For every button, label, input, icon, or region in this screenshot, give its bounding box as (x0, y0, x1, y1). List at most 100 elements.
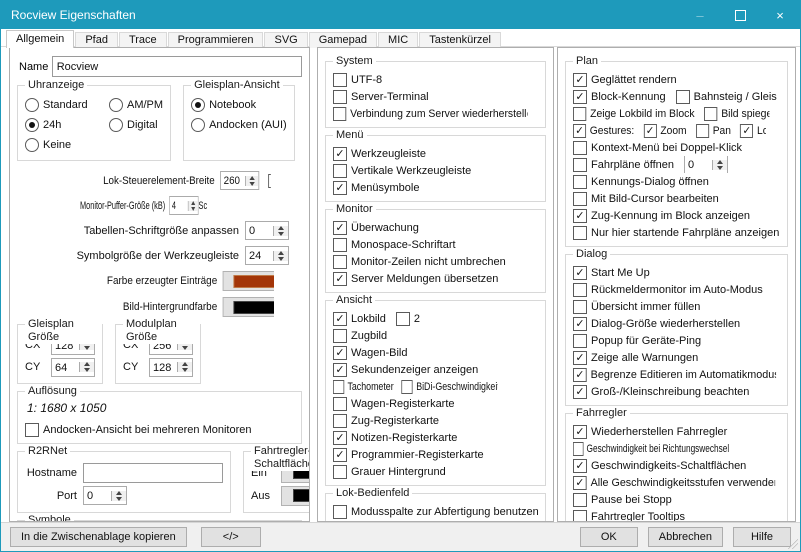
checkbox-box[interactable] (333, 329, 347, 343)
minimize-button[interactable]: – (680, 1, 720, 29)
checkbox-zugbild[interactable]: Zugbild (333, 329, 387, 343)
spinner-128[interactable]: 128 (149, 358, 193, 377)
checkbox-box[interactable] (333, 107, 346, 121)
checkbox-popup-f-r-ger-te-ping[interactable]: Popup für Geräte-Ping (573, 334, 701, 348)
checkbox-geschwindigkeit-bei-richtungswechsel-zur-cksetzen[interactable]: Geschwindigkeit bei Richtungswechsel zur… (573, 442, 729, 456)
radio-am-pm[interactable]: AM/PM (109, 98, 163, 112)
checkbox-vertikale-werkzeugleiste[interactable]: Vertikale Werkzeugleiste (333, 164, 471, 178)
checkbox-zeige-lokbild-im-block[interactable]: Zeige Lokbild im Block (573, 107, 695, 121)
spin-up-icon[interactable] (182, 362, 188, 366)
spin-down-icon[interactable] (84, 346, 90, 350)
checkbox-box[interactable] (333, 397, 347, 411)
spin-down-icon[interactable] (84, 368, 90, 372)
tab-mic[interactable]: MIC (378, 32, 418, 48)
checkbox-block-kennung[interactable]: ✓Block-Kennung (573, 90, 666, 104)
color-picker-button[interactable] (223, 297, 274, 317)
checkbox-box[interactable] (573, 334, 587, 348)
spin-up-icon[interactable] (191, 201, 195, 205)
checkbox-lokbild[interactable]: ✓Lokbild (333, 312, 386, 326)
spin-down-icon[interactable] (182, 346, 188, 350)
checkbox-zeige-alle-warnungen[interactable]: ✓Zeige alle Warnungen (573, 351, 698, 365)
spin-up-icon[interactable] (278, 251, 284, 255)
radio-keine[interactable]: Keine (25, 138, 99, 152)
checkbox-box[interactable] (333, 90, 347, 104)
checkbox-box[interactable]: ✓ (333, 221, 347, 235)
spinner-0[interactable]: 0 (83, 486, 127, 505)
tab-programmieren[interactable]: Programmieren (168, 32, 264, 48)
checkbox-box[interactable] (704, 107, 717, 121)
spin-down-icon[interactable] (191, 207, 195, 211)
spinner-value[interactable]: 64 (52, 361, 79, 374)
checkbox-box[interactable] (573, 300, 587, 314)
checkbox-box[interactable]: ✓ (333, 147, 347, 161)
spinner-buttons[interactable] (245, 176, 258, 186)
checkbox-tachometer[interactable]: Tachometer (333, 380, 394, 394)
spin-up-icon[interactable] (717, 160, 723, 164)
checkbox-bidi-geschwindigkeit-anzeigen[interactable]: BiDi-Geschwindigkeit anzeigen (402, 380, 498, 394)
checkbox-box[interactable] (573, 226, 587, 240)
checkbox-box[interactable]: ✓ (333, 272, 347, 286)
tab-tastenk-rzel[interactable]: Tastenkürzel (419, 32, 501, 48)
spinner-buttons[interactable] (273, 251, 288, 261)
checkbox-werkzeugleiste[interactable]: ✓Werkzeugleiste (333, 147, 426, 161)
spin-up-icon[interactable] (116, 491, 122, 495)
checkbox-andocken-ansicht-bei-mehreren-monitoren[interactable]: Andocken-Ansicht bei mehreren Monitoren (25, 423, 252, 437)
radio-circle[interactable] (191, 98, 205, 112)
radio-digital[interactable]: Digital (109, 118, 158, 132)
spinner-value[interactable]: 0 (685, 158, 712, 171)
checkbox-fahrpl-ne-ffnen[interactable]: Fahrpläne öffnen (573, 158, 674, 172)
color-picker-button[interactable] (223, 271, 274, 291)
checkbox-box[interactable] (676, 90, 690, 104)
cancel-button[interactable]: Abbrechen (648, 527, 723, 547)
checkbox-utf-8[interactable]: UTF-8 (333, 73, 382, 87)
checkbox-box[interactable] (333, 465, 347, 479)
checkbox-box[interactable] (573, 442, 584, 456)
spinner-64[interactable]: 64 (51, 358, 95, 377)
help-button[interactable]: Hilfe (733, 527, 791, 547)
tab-svg[interactable]: SVG (264, 32, 307, 48)
radio-circle[interactable] (25, 118, 39, 132)
resize-grip[interactable] (788, 539, 798, 549)
checkbox-begrenze-editieren-im-automatikmodus[interactable]: ✓Begrenze Editieren im Automatikmodus (573, 368, 776, 382)
spinner-4[interactable]: 4 (169, 196, 198, 215)
checkbox-server-terminal[interactable]: Server-Terminal (333, 90, 429, 104)
color-picker-button[interactable] (281, 486, 310, 506)
spinner-24[interactable]: 24 (245, 246, 289, 265)
close-button[interactable]: × (760, 1, 800, 29)
spin-up-icon[interactable] (278, 226, 284, 230)
checkbox-wagen-registerkarte[interactable]: Wagen-Registerkarte (333, 397, 455, 411)
checkbox-box[interactable] (333, 238, 347, 252)
checkbox-box[interactable]: ✓ (333, 181, 347, 195)
spin-down-icon[interactable] (249, 182, 254, 186)
checkbox-box[interactable]: ✓ (573, 317, 587, 331)
checkbox-pause-bei-stopp[interactable]: Pause bei Stopp (573, 493, 672, 507)
spinner-value[interactable]: 4 (170, 199, 188, 212)
checkbox-box[interactable]: ✓ (333, 448, 347, 462)
checkbox-box[interactable]: ✓ (333, 346, 347, 360)
checkbox-box[interactable]: ✓ (573, 351, 587, 365)
spin-down-icon[interactable] (717, 166, 723, 170)
spin-down-icon[interactable] (278, 232, 284, 236)
checkbox-box[interactable]: ✓ (573, 476, 587, 490)
checkbox-box[interactable]: ✓ (573, 459, 587, 473)
checkbox-start-me-up[interactable]: ✓Start Me Up (573, 266, 650, 280)
checkbox-gestures[interactable]: ✓Gestures: (573, 124, 634, 138)
radio-notebook[interactable]: Notebook (191, 98, 256, 112)
checkbox-box[interactable] (333, 505, 347, 519)
spinner-buttons[interactable] (79, 362, 94, 372)
checkbox-fahrtregler-tooltips[interactable]: Fahrtregler Tooltips (573, 510, 685, 523)
checkbox-sekundenzeiger-anzeigen[interactable]: ✓Sekundenzeiger anzeigen (333, 363, 478, 377)
checkbox-box[interactable] (333, 414, 347, 428)
spin-down-icon[interactable] (278, 257, 284, 261)
spinner-buttons[interactable] (188, 201, 198, 211)
radio-andocken-aui[interactable]: Andocken (AUI) (191, 118, 287, 132)
checkbox-bahnsteig-gleis[interactable]: Bahnsteig / Gleis (676, 90, 777, 104)
checkbox-box[interactable] (573, 192, 587, 206)
checkbox-2[interactable]: 2 (396, 312, 420, 326)
spinner-0[interactable]: 0 (245, 221, 289, 240)
checkbox-programmier-registerkarte[interactable]: ✓Programmier-Registerkarte (333, 448, 484, 462)
spinner-buttons[interactable] (111, 491, 126, 501)
checkbox-alle-geschwindigkeitsstufen-verwenden[interactable]: ✓Alle Geschwindigkeitsstufen verwenden (573, 476, 775, 490)
spinner-value[interactable]: 260 (221, 174, 245, 187)
checkbox-box[interactable]: ✓ (573, 425, 587, 439)
